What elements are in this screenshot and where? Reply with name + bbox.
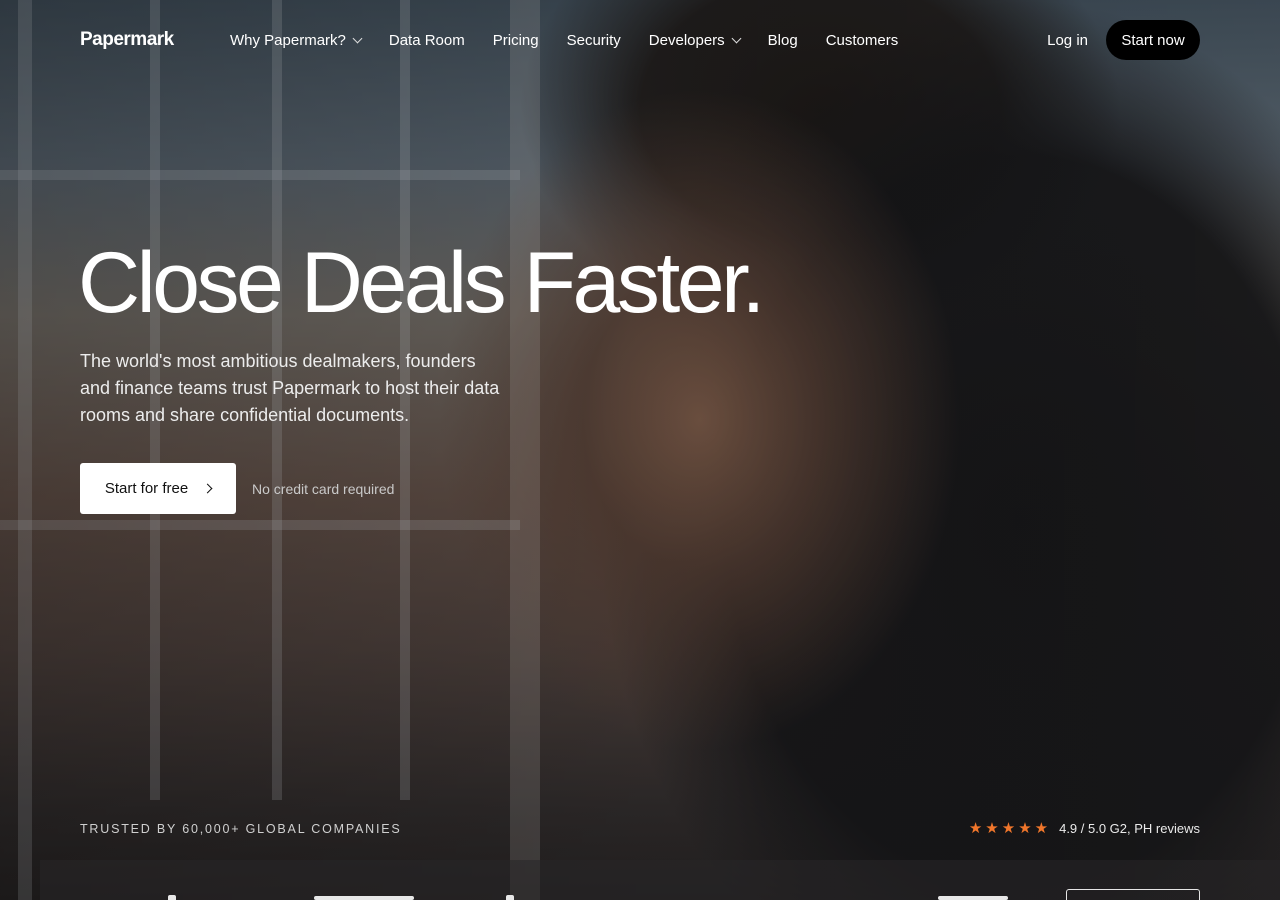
star-icon: ★	[1018, 820, 1032, 837]
hero-title: Close Deals Faster.	[78, 235, 765, 331]
nav-why-papermark-label: Why Papermark?	[230, 31, 346, 49]
top-navigation: Papermark Why Papermark? Data Room Prici…	[0, 0, 1280, 80]
nav-security-label: Security	[566, 31, 621, 49]
start-now-button[interactable]: Start now	[1106, 20, 1200, 60]
rating-text: 4.9 / 5.0 G2, PH reviews	[1059, 821, 1200, 836]
start-for-free-button[interactable]: Start for free	[80, 463, 236, 514]
nav-customers-label: Customers	[825, 31, 899, 49]
nav-blog-label: Blog	[767, 31, 798, 49]
start-for-free-label: Start for free	[104, 480, 189, 497]
nav-customers[interactable]: Customers	[826, 32, 899, 49]
hero-cta-row: Start for free No credit card required	[80, 463, 394, 514]
login-link[interactable]: Log in	[1047, 32, 1088, 49]
star-icon: ★	[985, 820, 999, 837]
nav-blog[interactable]: Blog	[768, 32, 798, 49]
customer-logo-box	[1066, 889, 1200, 900]
customer-logo	[168, 895, 176, 900]
nav-security[interactable]: Security	[567, 32, 621, 49]
customer-logo-strip	[40, 860, 1280, 900]
trusted-by-text: TRUSTED BY 60,000+ GLOBAL COMPANIES	[80, 822, 402, 836]
nav-developers[interactable]: Developers	[648, 31, 742, 49]
nav-pricing[interactable]: Pricing	[493, 32, 539, 49]
chevron-right-icon	[202, 483, 213, 494]
chevron-down-icon	[352, 33, 363, 44]
papermark-logo[interactable]: Papermark	[80, 29, 230, 51]
nav-data-room[interactable]: Data Room	[389, 32, 465, 49]
nav-links: Why Papermark? Data Room Pricing Securit…	[230, 32, 898, 49]
nav-actions: Log in Start now	[1047, 20, 1200, 60]
nav-why-papermark[interactable]: Why Papermark?	[230, 31, 363, 49]
rating-stars: ★ ★ ★ ★ ★	[969, 821, 1048, 836]
no-credit-card-note: No credit card required	[252, 480, 395, 497]
customer-logo	[506, 895, 514, 900]
star-icon: ★	[1001, 820, 1016, 837]
rating-summary: ★ ★ ★ ★ ★ 4.9 / 5.0 G2, PH reviews	[969, 821, 1200, 836]
customer-logo	[314, 896, 414, 900]
hero-background-image	[0, 0, 1280, 900]
nav-developers-label: Developers	[648, 31, 725, 49]
chevron-down-icon	[731, 33, 742, 44]
nav-data-room-label: Data Room	[388, 31, 465, 49]
star-icon: ★	[968, 820, 983, 837]
customer-logo	[938, 896, 1008, 900]
star-icon: ★	[1034, 820, 1049, 837]
nav-pricing-label: Pricing	[492, 31, 539, 49]
hero-subtitle: The world's most ambitious dealmakers, f…	[80, 351, 500, 425]
